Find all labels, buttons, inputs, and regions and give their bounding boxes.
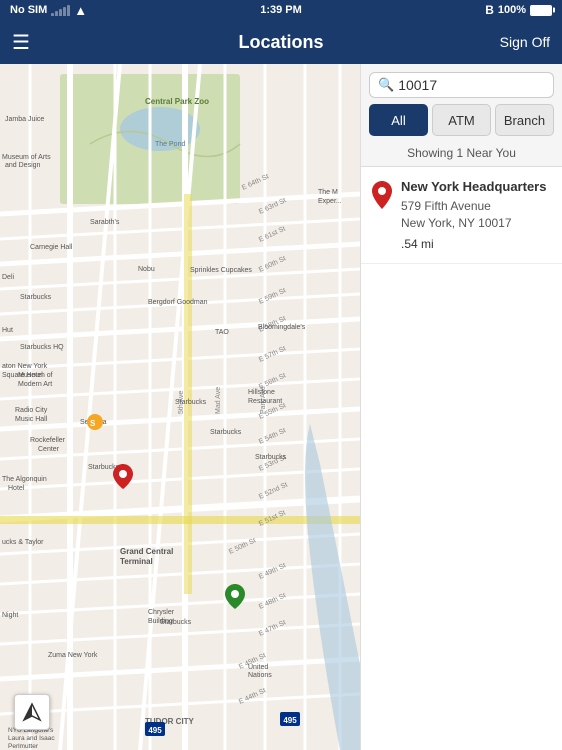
svg-text:TAO: TAO	[215, 329, 229, 336]
svg-text:The M: The M	[318, 189, 338, 196]
svg-text:Starbucks HQ: Starbucks HQ	[20, 344, 64, 351]
svg-text:Deli: Deli	[2, 274, 15, 281]
battery-icon	[530, 5, 552, 16]
result-info: New York Headquarters 579 Fifth Avenue N…	[401, 179, 552, 251]
svg-text:Chrysler: Chrysler	[148, 609, 175, 616]
status-bar: No SIM ▲ 1:39 PM B 100%	[0, 0, 562, 20]
battery-percent-label: 100%	[498, 4, 526, 16]
signal-icon	[51, 4, 70, 16]
svg-text:Bergdorf Goodman: Bergdorf Goodman	[148, 299, 208, 306]
svg-text:Starbucks: Starbucks	[175, 399, 207, 406]
svg-text:Sprinkles Cupcakes: Sprinkles Cupcakes	[190, 267, 252, 274]
svg-text:Nobu: Nobu	[138, 266, 155, 273]
map-area: E 64th St E 63rd St E 61st St E 60th St …	[0, 64, 360, 750]
svg-text:Terminal: Terminal	[120, 557, 153, 566]
menu-button[interactable]: ☰	[12, 30, 30, 55]
result-name: New York Headquarters	[401, 179, 552, 196]
status-time: 1:39 PM	[260, 4, 302, 16]
map-svg: E 64th St E 63rd St E 61st St E 60th St …	[0, 64, 360, 750]
svg-text:Museum of Arts: Museum of Arts	[2, 154, 51, 161]
svg-text:Jamba Juice: Jamba Juice	[5, 116, 44, 123]
svg-text:and Design: and Design	[5, 162, 41, 169]
svg-text:Laura and Isaac: Laura and Isaac	[8, 735, 55, 742]
svg-text:Central Park Zoo: Central Park Zoo	[145, 97, 209, 106]
svg-text:Mad Ave: Mad Ave	[215, 387, 222, 414]
search-input-wrapper: 🔍	[369, 72, 554, 98]
svg-text:Sarabth's: Sarabth's	[90, 219, 120, 226]
showing-label: Showing 1 Near You	[361, 142, 562, 167]
sign-off-button[interactable]: Sign Off	[500, 34, 550, 50]
svg-text:Center: Center	[38, 446, 60, 453]
svg-text:The Algonquin: The Algonquin	[2, 476, 47, 483]
status-right: B 100%	[485, 3, 552, 17]
filter-buttons: All ATM Branch	[361, 104, 562, 142]
svg-text:Grand Central: Grand Central	[120, 547, 173, 556]
page-title: Locations	[238, 32, 323, 53]
search-icon: 🔍	[378, 77, 394, 93]
right-panel: 🔍 All ATM Branch Showing 1 Near You New …	[360, 64, 562, 750]
svg-text:Nations: Nations	[248, 672, 272, 679]
carrier-label: No SIM	[10, 4, 47, 16]
locate-button[interactable]	[14, 694, 50, 730]
svg-text:Perlmutter: Perlmutter	[8, 743, 39, 750]
svg-text:S: S	[90, 419, 96, 428]
svg-text:Hillstone: Hillstone	[248, 389, 275, 396]
svg-text:Music Hall: Music Hall	[15, 416, 48, 423]
main-layout: E 64th St E 63rd St E 61st St E 60th St …	[0, 64, 562, 750]
svg-text:Zuma New York: Zuma New York	[48, 652, 98, 659]
svg-text:Modern Art: Modern Art	[18, 381, 52, 388]
svg-text:Starbucks: Starbucks	[160, 619, 192, 626]
filter-atm-button[interactable]: ATM	[432, 104, 491, 136]
svg-text:Square Hotel: Square Hotel	[2, 372, 43, 379]
svg-text:The Pond: The Pond	[155, 141, 185, 148]
result-address: 579 Fifth Avenue New York, NY 10017	[401, 198, 552, 232]
status-left: No SIM ▲	[10, 3, 87, 18]
svg-text:Hut: Hut	[2, 327, 13, 334]
svg-text:aton New York: aton New York	[2, 363, 48, 370]
svg-text:Night: Night	[2, 612, 18, 619]
svg-text:Exper...: Exper...	[318, 198, 342, 205]
svg-text:Radio City: Radio City	[15, 407, 48, 414]
svg-text:Starbucks: Starbucks	[210, 429, 242, 436]
svg-text:Rockefeller: Rockefeller	[30, 437, 66, 444]
svg-text:Hotel: Hotel	[8, 485, 25, 492]
svg-text:495: 495	[148, 726, 162, 735]
svg-text:United: United	[248, 664, 268, 671]
svg-text:Carnegie Hall: Carnegie Hall	[30, 244, 73, 251]
results-list: New York Headquarters 579 Fifth Avenue N…	[361, 167, 562, 750]
filter-branch-button[interactable]: Branch	[495, 104, 554, 136]
svg-text:Bloomingdale's: Bloomingdale's	[258, 324, 306, 331]
svg-text:ucks & Taylor: ucks & Taylor	[2, 539, 44, 546]
svg-text:Restaurant: Restaurant	[248, 398, 282, 405]
result-pin-icon	[371, 181, 393, 209]
result-item[interactable]: New York Headquarters 579 Fifth Avenue N…	[361, 167, 562, 264]
svg-text:Starbucks: Starbucks	[20, 294, 52, 301]
filter-all-button[interactable]: All	[369, 104, 428, 136]
wifi-icon: ▲	[74, 3, 87, 18]
bluetooth-icon: B	[485, 3, 494, 17]
result-distance: .54 mi	[401, 237, 552, 251]
nav-bar: ☰ Locations Sign Off	[0, 20, 562, 64]
search-input[interactable]	[398, 77, 545, 93]
search-container: 🔍	[361, 64, 562, 104]
svg-text:Starbucks: Starbucks	[255, 454, 287, 461]
svg-text:495: 495	[283, 716, 297, 725]
